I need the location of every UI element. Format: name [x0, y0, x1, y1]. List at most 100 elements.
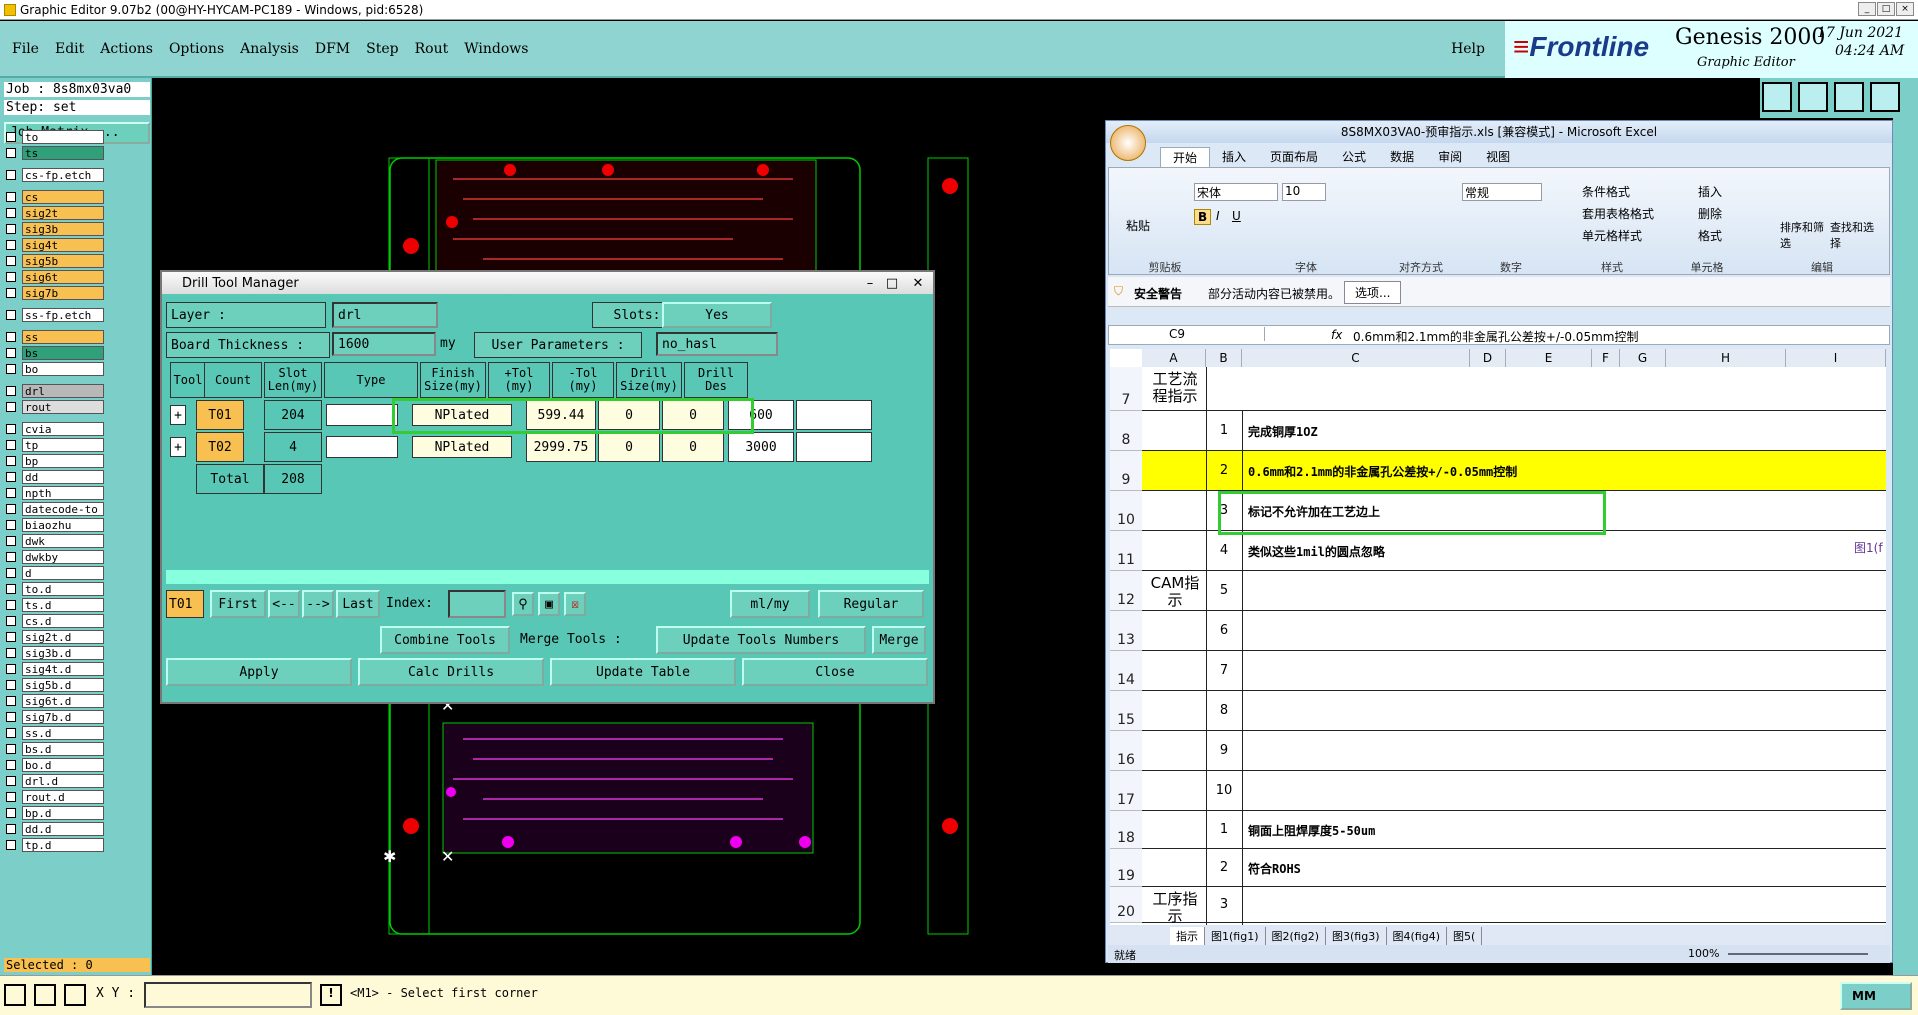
bold-button[interactable]: B — [1194, 209, 1212, 225]
layer-checkbox[interactable] — [6, 744, 16, 754]
layer-name[interactable]: dd.d — [22, 822, 104, 836]
layer-name[interactable]: drl.d — [22, 774, 104, 788]
layer-name[interactable]: sig4t — [22, 238, 104, 252]
row-header[interactable]: 15 — [1110, 691, 1142, 731]
drill-minimize-button[interactable]: – — [859, 276, 881, 291]
column-header[interactable]: I — [1786, 349, 1886, 367]
layer-name[interactable]: tp — [22, 438, 104, 452]
layer-name[interactable]: ts.d — [22, 598, 104, 612]
cell-c[interactable]: 0.6mm和2.1mm的非金属孔公差按+/-0.05mm控制 — [1248, 463, 1517, 480]
layer-checkbox[interactable] — [6, 712, 16, 722]
layer-checkbox[interactable] — [6, 664, 16, 674]
layer-row[interactable]: sig7b.d — [6, 710, 104, 724]
layer-name[interactable]: d — [22, 566, 104, 580]
column-header[interactable]: A — [1142, 349, 1206, 367]
delete-icon[interactable]: ☒ — [564, 592, 586, 616]
font-size-dropdown[interactable]: 10 — [1282, 183, 1326, 201]
cell-b[interactable]: 1 — [1206, 423, 1242, 438]
ribbon-tab[interactable]: 插入 — [1210, 147, 1258, 167]
layer-checkbox[interactable] — [6, 824, 16, 834]
cell-b[interactable]: 2 — [1206, 463, 1242, 478]
menu-help[interactable]: Help — [1451, 41, 1485, 57]
layer-row[interactable]: drl — [6, 384, 104, 398]
layer-checkbox[interactable] — [6, 402, 16, 412]
layer-row[interactable]: rout.d — [6, 790, 104, 804]
layer-name[interactable]: biaozhu — [22, 518, 104, 532]
units-mode-dropdown[interactable]: MM — [1840, 982, 1912, 1010]
column-header[interactable]: D — [1470, 349, 1506, 367]
first-button[interactable]: First — [210, 590, 266, 618]
update-tools-numbers-dropdown[interactable]: Update Tools Numbers — [656, 626, 866, 654]
layer-row[interactable]: ss.d — [6, 726, 104, 740]
close-button[interactable]: × — [1896, 2, 1914, 16]
layer-checkbox[interactable] — [6, 536, 16, 546]
layer-checkbox[interactable] — [6, 170, 16, 180]
cell-styles-button[interactable]: 单元格样式 — [1582, 227, 1642, 244]
layer-row[interactable]: cs.d — [6, 614, 104, 628]
layer-name[interactable]: cs-fp.etch — [22, 168, 104, 182]
layer-row[interactable]: to — [6, 130, 104, 144]
maximize-button[interactable]: □ — [1877, 2, 1895, 16]
cell-b[interactable]: 7 — [1206, 663, 1242, 678]
layer-row[interactable]: sig2t — [6, 206, 104, 220]
combine-tools-button[interactable]: Combine Tools — [380, 626, 510, 654]
board-thickness-input[interactable]: 1600 — [332, 332, 436, 356]
layer-name[interactable]: sig7b — [22, 286, 104, 300]
layer-checkbox[interactable] — [6, 616, 16, 626]
layer-row[interactable]: sig3b — [6, 222, 104, 236]
slots-dropdown[interactable]: Yes — [662, 302, 772, 328]
sheet-row[interactable] — [1142, 367, 1886, 411]
zoom-slider[interactable] — [1728, 953, 1868, 955]
layer-name[interactable]: cs — [22, 190, 104, 204]
cell-c[interactable]: 完成铜厚1OZ — [1248, 423, 1318, 440]
layer-row[interactable]: bp.d — [6, 806, 104, 820]
menu-step[interactable]: Step — [366, 41, 398, 57]
cell-b[interactable]: 2 — [1206, 860, 1242, 875]
layer-row[interactable]: npth — [6, 486, 104, 500]
layer-name[interactable]: rout.d — [22, 790, 104, 804]
layer-checkbox[interactable] — [6, 600, 16, 610]
close-drill-button[interactable]: Close — [742, 658, 928, 686]
row-header[interactable]: 17 — [1110, 771, 1142, 811]
options-button[interactable]: 选项... — [1344, 281, 1402, 304]
layer-name[interactable]: sig4t.d — [22, 662, 104, 676]
excel-titlebar[interactable]: 8S8MX03VA0-预审指示.xls [兼容模式] - Microsoft E… — [1106, 121, 1892, 143]
layer-checkbox[interactable] — [6, 424, 16, 434]
sheet-tab[interactable]: 图4(fig4) — [1387, 927, 1447, 945]
layer-checkbox[interactable] — [6, 132, 16, 142]
drill-size-input[interactable]: 3000 — [728, 432, 794, 462]
layer-checkbox[interactable] — [6, 792, 16, 802]
column-header[interactable]: F — [1592, 349, 1620, 367]
column-header[interactable]: B — [1206, 349, 1242, 367]
ribbon-tab[interactable]: 开始 — [1160, 147, 1211, 167]
layer-checkbox[interactable] — [6, 696, 16, 706]
update-table-button[interactable]: Update Table — [550, 658, 736, 686]
layer-name[interactable]: ss — [22, 330, 104, 344]
row-header[interactable]: 14 — [1110, 651, 1142, 691]
layer-checkbox[interactable] — [6, 272, 16, 282]
row-header[interactable]: 12 — [1110, 571, 1142, 611]
layer-name[interactable]: dd — [22, 470, 104, 484]
row-header[interactable]: 7 — [1110, 367, 1142, 411]
units-dropdown[interactable]: ml/my — [730, 590, 810, 618]
expand-icon[interactable]: + — [170, 405, 186, 425]
layer-row[interactable]: dwk — [6, 534, 104, 548]
layer-checkbox[interactable] — [6, 386, 16, 396]
menu-options[interactable]: Options — [169, 41, 224, 57]
layer-name[interactable]: sig5b — [22, 254, 104, 268]
row-header[interactable]: 18 — [1110, 811, 1142, 849]
sort-filter-button[interactable]: 排序和筛选 — [1780, 219, 1824, 251]
layer-checkbox[interactable] — [6, 760, 16, 770]
layer-checkbox[interactable] — [6, 568, 16, 578]
layer-name[interactable]: bp — [22, 454, 104, 468]
layer-row[interactable]: bp — [6, 454, 104, 468]
layer-name[interactable]: sig6t.d — [22, 694, 104, 708]
layer-name[interactable]: sig6t — [22, 270, 104, 284]
menu-edit[interactable]: Edit — [55, 41, 84, 57]
layer-name[interactable]: bp.d — [22, 806, 104, 820]
row-header[interactable]: 20 — [1110, 887, 1142, 923]
grid-tool-icon[interactable] — [64, 984, 86, 1006]
layer-row[interactable]: sig6t — [6, 270, 104, 284]
table-hscrollbar[interactable] — [166, 570, 929, 584]
layer-row[interactable]: ts — [6, 146, 104, 160]
